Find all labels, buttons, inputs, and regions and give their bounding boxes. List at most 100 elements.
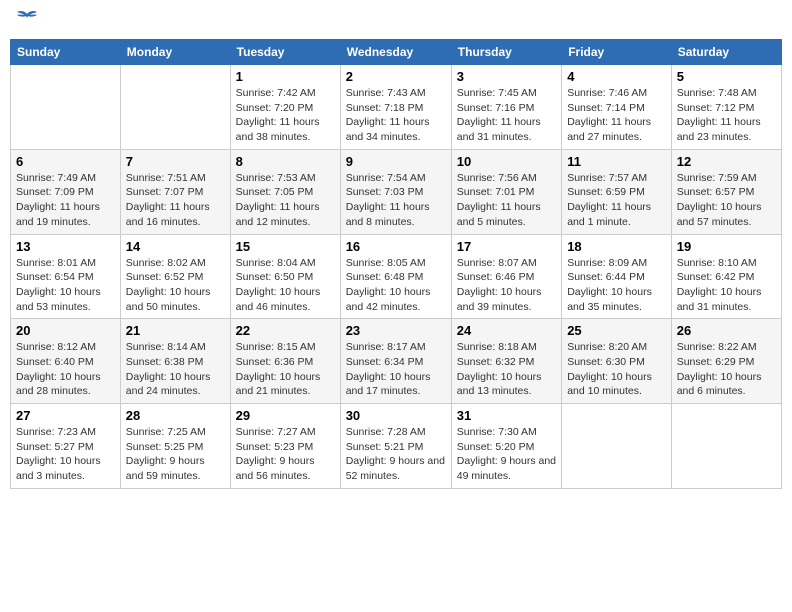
day-info: Sunrise: 7:51 AM Sunset: 7:07 PM Dayligh… xyxy=(126,171,225,230)
day-info: Sunrise: 8:22 AM Sunset: 6:29 PM Dayligh… xyxy=(677,340,776,399)
calendar-week-3: 13 Sunrise: 8:01 AM Sunset: 6:54 PM Dayli… xyxy=(11,234,782,319)
day-number: 16 xyxy=(346,239,446,254)
day-number: 12 xyxy=(677,154,776,169)
column-header-thursday: Thursday xyxy=(451,40,561,65)
calendar-cell: 1 Sunrise: 7:42 AM Sunset: 7:20 PM Daylig… xyxy=(230,65,340,150)
calendar-cell: 21Sunrise: 8:14 AM Sunset: 6:38 PM Dayli… xyxy=(120,319,230,404)
day-number: 14 xyxy=(126,239,225,254)
calendar-cell: 28Sunrise: 7:25 AM Sunset: 5:25 PM Dayli… xyxy=(120,404,230,489)
column-header-tuesday: Tuesday xyxy=(230,40,340,65)
calendar-cell: 20 Sunrise: 8:12 AM Sunset: 6:40 PM Dayli… xyxy=(11,319,121,404)
day-number: 29 xyxy=(236,408,335,423)
calendar-cell: 7 Sunrise: 7:51 AM Sunset: 7:07 PM Daylig… xyxy=(120,149,230,234)
day-info: Sunrise: 7:48 AM Sunset: 7:12 PM Dayligh… xyxy=(677,86,776,145)
day-info: Sunrise: 7:30 AM Sunset: 5:20 PM Dayligh… xyxy=(457,425,556,484)
calendar-header-row: SundayMondayTuesdayWednesdayThursdayFrid… xyxy=(11,40,782,65)
day-info: Sunrise: 7:42 AM Sunset: 7:20 PM Dayligh… xyxy=(236,86,335,145)
calendar-cell xyxy=(120,65,230,150)
calendar-cell: 22 Sunrise: 8:15 AM Sunset: 6:36 PM Dayli… xyxy=(230,319,340,404)
column-header-friday: Friday xyxy=(562,40,672,65)
day-info: Sunrise: 8:02 AM Sunset: 6:52 PM Dayligh… xyxy=(126,256,225,315)
calendar-week-2: 6 Sunrise: 7:49 AM Sunset: 7:09 PM Daylig… xyxy=(11,149,782,234)
day-info: Sunrise: 8:15 AM Sunset: 6:36 PM Dayligh… xyxy=(236,340,335,399)
day-info: Sunrise: 7:46 AM Sunset: 7:14 PM Dayligh… xyxy=(567,86,666,145)
calendar-cell: 14 Sunrise: 8:02 AM Sunset: 6:52 PM Dayli… xyxy=(120,234,230,319)
logo xyxy=(14,10,40,31)
day-number: 6 xyxy=(16,154,115,169)
calendar-cell: 4 Sunrise: 7:46 AM Sunset: 7:14 PM Daylig… xyxy=(562,65,672,150)
calendar-cell: 31 Sunrise: 7:30 AM Sunset: 5:20 PM Dayli… xyxy=(451,404,561,489)
page-header xyxy=(10,10,782,31)
day-info: Sunrise: 8:12 AM Sunset: 6:40 PM Dayligh… xyxy=(16,340,115,399)
day-number: 21 xyxy=(126,323,225,338)
day-number: 22 xyxy=(236,323,335,338)
day-number: 1 xyxy=(236,69,335,84)
day-info: Sunrise: 7:49 AM Sunset: 7:09 PM Dayligh… xyxy=(16,171,115,230)
day-info: Sunrise: 7:59 AM Sunset: 6:57 PM Dayligh… xyxy=(677,171,776,230)
calendar-cell xyxy=(671,404,781,489)
calendar-cell: 23 Sunrise: 8:17 AM Sunset: 6:34 PM Dayli… xyxy=(340,319,451,404)
day-number: 5 xyxy=(677,69,776,84)
column-header-wednesday: Wednesday xyxy=(340,40,451,65)
logo-bird-icon xyxy=(16,10,38,31)
day-info: Sunrise: 7:27 AM Sunset: 5:23 PM Dayligh… xyxy=(236,425,335,484)
day-info: Sunrise: 7:57 AM Sunset: 6:59 PM Dayligh… xyxy=(567,171,666,230)
day-number: 10 xyxy=(457,154,556,169)
day-number: 20 xyxy=(16,323,115,338)
calendar-cell xyxy=(11,65,121,150)
calendar-cell: 5 Sunrise: 7:48 AM Sunset: 7:12 PM Daylig… xyxy=(671,65,781,150)
day-info: Sunrise: 8:04 AM Sunset: 6:50 PM Dayligh… xyxy=(236,256,335,315)
day-number: 25 xyxy=(567,323,666,338)
calendar-cell: 15Sunrise: 8:04 AM Sunset: 6:50 PM Dayli… xyxy=(230,234,340,319)
calendar-cell: 26 Sunrise: 8:22 AM Sunset: 6:29 PM Dayli… xyxy=(671,319,781,404)
day-info: Sunrise: 8:10 AM Sunset: 6:42 PM Dayligh… xyxy=(677,256,776,315)
calendar-cell: 29 Sunrise: 7:27 AM Sunset: 5:23 PM Dayli… xyxy=(230,404,340,489)
calendar-cell: 3 Sunrise: 7:45 AM Sunset: 7:16 PM Daylig… xyxy=(451,65,561,150)
calendar-cell: 24Sunrise: 8:18 AM Sunset: 6:32 PM Dayli… xyxy=(451,319,561,404)
calendar-cell: 25Sunrise: 8:20 AM Sunset: 6:30 PM Dayli… xyxy=(562,319,672,404)
calendar-cell: 18Sunrise: 8:09 AM Sunset: 6:44 PM Dayli… xyxy=(562,234,672,319)
calendar-cell: 8Sunrise: 7:53 AM Sunset: 7:05 PM Daylig… xyxy=(230,149,340,234)
day-number: 9 xyxy=(346,154,446,169)
day-info: Sunrise: 7:28 AM Sunset: 5:21 PM Dayligh… xyxy=(346,425,446,484)
day-number: 13 xyxy=(16,239,115,254)
day-info: Sunrise: 7:56 AM Sunset: 7:01 PM Dayligh… xyxy=(457,171,556,230)
day-info: Sunrise: 8:05 AM Sunset: 6:48 PM Dayligh… xyxy=(346,256,446,315)
day-number: 26 xyxy=(677,323,776,338)
day-number: 3 xyxy=(457,69,556,84)
day-number: 7 xyxy=(126,154,225,169)
day-number: 17 xyxy=(457,239,556,254)
day-number: 31 xyxy=(457,408,556,423)
day-info: Sunrise: 8:09 AM Sunset: 6:44 PM Dayligh… xyxy=(567,256,666,315)
calendar-week-4: 20 Sunrise: 8:12 AM Sunset: 6:40 PM Dayli… xyxy=(11,319,782,404)
calendar-cell: 11 Sunrise: 7:57 AM Sunset: 6:59 PM Dayli… xyxy=(562,149,672,234)
day-number: 19 xyxy=(677,239,776,254)
day-number: 23 xyxy=(346,323,446,338)
day-info: Sunrise: 7:23 AM Sunset: 5:27 PM Dayligh… xyxy=(16,425,115,484)
calendar-cell: 12 Sunrise: 7:59 AM Sunset: 6:57 PM Dayli… xyxy=(671,149,781,234)
day-info: Sunrise: 7:54 AM Sunset: 7:03 PM Dayligh… xyxy=(346,171,446,230)
day-info: Sunrise: 7:45 AM Sunset: 7:16 PM Dayligh… xyxy=(457,86,556,145)
calendar-week-5: 27Sunrise: 7:23 AM Sunset: 5:27 PM Dayli… xyxy=(11,404,782,489)
day-info: Sunrise: 8:17 AM Sunset: 6:34 PM Dayligh… xyxy=(346,340,446,399)
calendar-cell: 10 Sunrise: 7:56 AM Sunset: 7:01 PM Dayli… xyxy=(451,149,561,234)
calendar-cell: 9 Sunrise: 7:54 AM Sunset: 7:03 PM Daylig… xyxy=(340,149,451,234)
day-info: Sunrise: 7:43 AM Sunset: 7:18 PM Dayligh… xyxy=(346,86,446,145)
column-header-sunday: Sunday xyxy=(11,40,121,65)
day-info: Sunrise: 8:07 AM Sunset: 6:46 PM Dayligh… xyxy=(457,256,556,315)
column-header-saturday: Saturday xyxy=(671,40,781,65)
calendar-table: SundayMondayTuesdayWednesdayThursdayFrid… xyxy=(10,39,782,489)
day-number: 4 xyxy=(567,69,666,84)
calendar-cell: 2Sunrise: 7:43 AM Sunset: 7:18 PM Daylig… xyxy=(340,65,451,150)
day-info: Sunrise: 7:53 AM Sunset: 7:05 PM Dayligh… xyxy=(236,171,335,230)
calendar-cell: 27Sunrise: 7:23 AM Sunset: 5:27 PM Dayli… xyxy=(11,404,121,489)
day-info: Sunrise: 8:01 AM Sunset: 6:54 PM Dayligh… xyxy=(16,256,115,315)
day-info: Sunrise: 8:18 AM Sunset: 6:32 PM Dayligh… xyxy=(457,340,556,399)
calendar-cell xyxy=(562,404,672,489)
day-number: 11 xyxy=(567,154,666,169)
calendar-cell: 16 Sunrise: 8:05 AM Sunset: 6:48 PM Dayli… xyxy=(340,234,451,319)
calendar-cell: 6 Sunrise: 7:49 AM Sunset: 7:09 PM Daylig… xyxy=(11,149,121,234)
day-number: 30 xyxy=(346,408,446,423)
day-info: Sunrise: 7:25 AM Sunset: 5:25 PM Dayligh… xyxy=(126,425,225,484)
column-header-monday: Monday xyxy=(120,40,230,65)
